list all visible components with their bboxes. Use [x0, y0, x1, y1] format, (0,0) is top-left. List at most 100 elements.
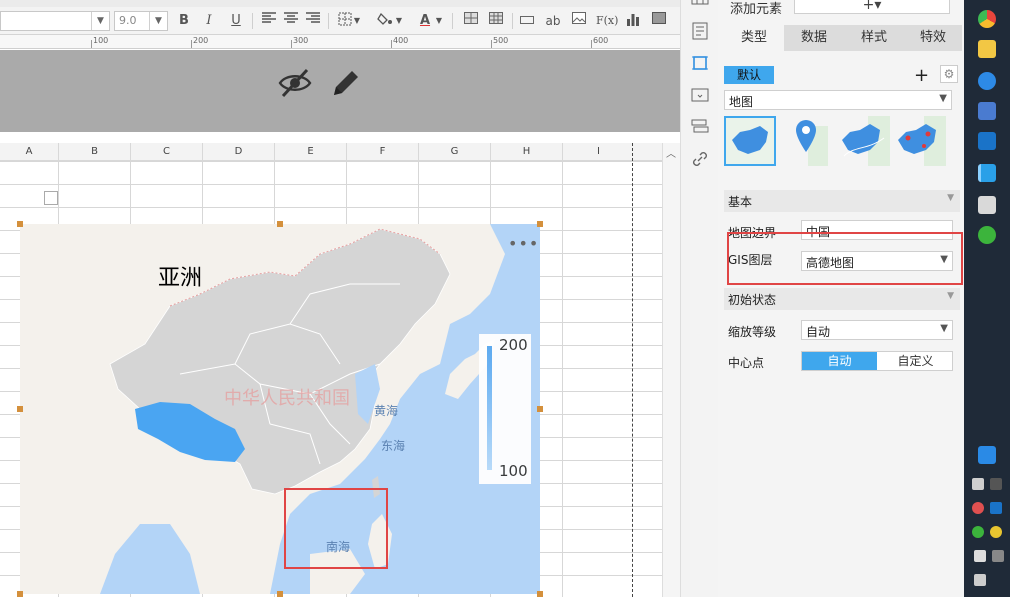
qq-icon[interactable]	[978, 446, 996, 464]
grid-layout-icon[interactable]	[691, 0, 709, 10]
link-icon[interactable]	[691, 150, 709, 166]
tab-effect[interactable]: 特效	[904, 25, 962, 51]
tab-style[interactable]: 样式	[844, 25, 904, 51]
underline-button[interactable]: U	[227, 12, 245, 30]
file-explorer-icon[interactable]	[978, 40, 996, 58]
map-style-thumb-heat[interactable]	[894, 116, 946, 166]
italic-button[interactable]: I	[200, 12, 218, 30]
align-left-icon[interactable]	[260, 12, 278, 30]
column-header-cell[interactable]: I	[562, 143, 634, 161]
chevron-down-icon[interactable]: ▼	[352, 12, 362, 30]
speaker-mute-icon[interactable]	[974, 574, 986, 586]
remote-desktop-icon[interactable]	[978, 102, 996, 120]
toolbar-separator	[328, 13, 329, 29]
notepad-icon[interactable]	[978, 196, 996, 214]
chevron-down-icon: ▼	[149, 12, 167, 30]
cell-widget-icon[interactable]	[44, 191, 58, 205]
map-widget[interactable]: 亚洲 ••• 中华人民共和国 黄海 东海 南海 200 100	[20, 224, 540, 594]
column-header-cell[interactable]: A	[0, 143, 58, 161]
active-app-icon[interactable]	[978, 164, 996, 182]
resize-handle[interactable]	[17, 221, 23, 227]
split-cells-icon[interactable]	[487, 12, 505, 30]
align-center-icon[interactable]	[282, 12, 300, 30]
page-break-line	[632, 143, 633, 597]
vertical-scrollbar[interactable]: ︿	[662, 143, 680, 597]
legend-min: 100	[499, 462, 528, 480]
wechat-icon[interactable]	[978, 226, 996, 244]
image-icon[interactable]	[570, 12, 588, 30]
ruler-tick	[291, 40, 292, 48]
tray-icon[interactable]	[990, 478, 1002, 490]
font-size-select[interactable]: 9.0 ▼	[114, 11, 168, 31]
section-basic[interactable]: 基本 ▼	[724, 190, 960, 212]
resize-handle[interactable]	[17, 406, 23, 412]
map-style-thumb-flow[interactable]	[838, 116, 890, 166]
chevron-up-icon[interactable]: ︿	[666, 145, 676, 160]
column-header-cell[interactable]: B	[58, 143, 130, 161]
chevron-down-icon[interactable]: ▼	[394, 12, 404, 30]
outlook-icon[interactable]	[978, 132, 996, 150]
gear-icon[interactable]: ⚙	[940, 65, 958, 83]
style-default-tag[interactable]: 默认	[724, 66, 774, 84]
center-auto-option[interactable]: 自动	[802, 352, 877, 370]
tray-icon[interactable]	[990, 526, 1002, 538]
column-header-cell[interactable]: C	[130, 143, 202, 161]
font-family-select[interactable]: ▼	[0, 11, 110, 31]
chrome-icon[interactable]	[978, 10, 996, 28]
chevron-down-icon[interactable]: ▼	[434, 12, 444, 30]
tray-icon[interactable]	[972, 526, 984, 538]
section-basic-label: 基本	[728, 195, 753, 209]
resize-handle[interactable]	[17, 591, 23, 597]
tray-icon[interactable]	[990, 502, 1002, 514]
pencil-icon[interactable]	[330, 67, 360, 102]
bold-button[interactable]: B	[175, 12, 193, 30]
center-custom-option[interactable]: 自定义	[878, 352, 953, 370]
cell-attr-icon[interactable]	[691, 22, 709, 40]
chart-icon[interactable]	[624, 12, 642, 30]
ruler-tick	[491, 40, 492, 48]
resize-handle[interactable]	[277, 221, 283, 227]
resize-handle[interactable]	[537, 591, 543, 597]
form-attr-icon[interactable]	[691, 87, 709, 103]
battery-icon[interactable]	[974, 550, 986, 562]
add-style-button[interactable]: +	[914, 65, 929, 86]
column-header-cell[interactable]: E	[274, 143, 346, 161]
map-legend[interactable]: 200 100	[479, 334, 531, 484]
text-color-button[interactable]: A	[416, 12, 434, 30]
tray-icon[interactable]	[972, 478, 984, 490]
zoom-level-select[interactable]: 自动 ▼	[801, 320, 953, 340]
ruler-label: 600	[593, 36, 609, 45]
section-initial-state[interactable]: 初始状态 ▼	[724, 288, 960, 310]
widget-attr-icon[interactable]	[691, 54, 709, 70]
resize-handle[interactable]	[277, 591, 283, 597]
fill-color-icon[interactable]	[376, 12, 394, 30]
text-tool-button[interactable]: ab	[542, 12, 564, 30]
picture-frame-icon[interactable]	[650, 12, 668, 30]
more-options-icon[interactable]: •••	[508, 234, 539, 253]
merge-cells-icon[interactable]	[462, 12, 480, 30]
add-element-label: 添加元素	[730, 2, 783, 17]
column-header-cell[interactable]: D	[202, 143, 274, 161]
windows-taskbar	[964, 0, 1010, 597]
formula-button[interactable]: F(x)	[596, 12, 618, 30]
column-header-cell[interactable]: F	[346, 143, 418, 161]
ie-browser-icon[interactable]	[978, 72, 996, 90]
column-header-cell[interactable]: H	[490, 143, 562, 161]
eye-off-icon[interactable]	[278, 67, 312, 102]
align-right-icon[interactable]	[304, 12, 322, 30]
resize-handle[interactable]	[537, 221, 543, 227]
column-header-cell[interactable]: G	[418, 143, 490, 161]
add-element-button[interactable]: +▾	[794, 0, 950, 14]
input-field-icon[interactable]	[518, 12, 536, 30]
map-style-thumb-area[interactable]	[724, 116, 776, 166]
map-style-thumb-point[interactable]	[780, 116, 832, 166]
map-title: 亚洲	[158, 266, 203, 291]
tab-data[interactable]: 数据	[784, 25, 844, 51]
tab-type[interactable]: 类型	[724, 25, 784, 51]
tray-icon[interactable]	[992, 550, 1004, 562]
toolbar-separator	[512, 13, 513, 29]
chart-type-select[interactable]: 地图 ▼	[724, 90, 952, 110]
layers-icon[interactable]	[691, 118, 709, 134]
resize-handle[interactable]	[537, 406, 543, 412]
tray-icon[interactable]	[972, 502, 984, 514]
